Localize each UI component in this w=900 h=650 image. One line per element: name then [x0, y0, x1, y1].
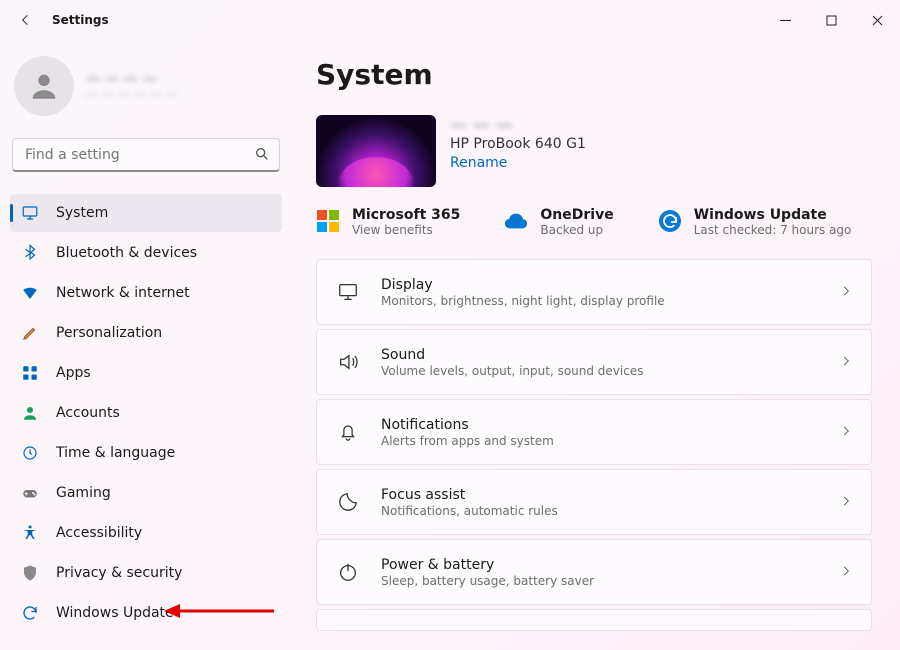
sidebar-item-apps[interactable]: Apps [10, 354, 282, 392]
device-name: — — — [450, 115, 586, 135]
status-onedrive[interactable]: OneDrive Backed up [504, 207, 613, 237]
sidebar-item-label: Accessibility [56, 525, 142, 541]
card-partial[interactable] [316, 609, 872, 631]
network-icon [20, 283, 40, 303]
personalize-icon [20, 323, 40, 343]
settings-card-list: Display Monitors, brightness, night ligh… [316, 259, 872, 631]
status-title: Microsoft 365 [352, 207, 460, 223]
system-icon [20, 203, 40, 223]
card-subtitle: Volume levels, output, input, sound devi… [381, 364, 643, 378]
status-subtitle: View benefits [352, 223, 460, 237]
sidebar-item-bluetooth[interactable]: Bluetooth & devices [10, 234, 282, 272]
card-subtitle: Sleep, battery usage, battery saver [381, 574, 594, 588]
bluetooth-icon [20, 243, 40, 263]
card-focus[interactable]: Focus assist Notifications, automatic ru… [316, 469, 872, 535]
card-title: Focus assist [381, 487, 558, 503]
apps-icon [20, 363, 40, 383]
card-display[interactable]: Display Monitors, brightness, night ligh… [316, 259, 872, 325]
status-update[interactable]: Windows Update Last checked: 7 hours ago [658, 207, 852, 237]
status-m365[interactable]: Microsoft 365 View benefits [316, 207, 460, 237]
card-power[interactable]: Power & battery Sleep, battery usage, ba… [316, 539, 872, 605]
status-subtitle: Last checked: 7 hours ago [694, 223, 852, 237]
main-content: System — — — HP ProBook 640 G1 Rename Mi… [292, 40, 900, 650]
device-wallpaper-thumb [316, 115, 436, 187]
privacy-icon [20, 563, 40, 583]
chevron-right-icon [839, 353, 853, 372]
accounts-icon [20, 403, 40, 423]
card-notif[interactable]: Notifications Alerts from apps and syste… [316, 399, 872, 465]
status-row: Microsoft 365 View benefits OneDrive Bac… [316, 207, 872, 237]
close-button[interactable] [854, 0, 900, 40]
search-input[interactable] [12, 138, 280, 172]
sidebar-nav: System Bluetooth & devices Network & int… [10, 194, 282, 632]
device-summary: — — — HP ProBook 640 G1 Rename [316, 115, 872, 187]
display-icon [335, 281, 361, 303]
sidebar-item-update[interactable]: Windows Update [10, 594, 282, 632]
gaming-icon [20, 483, 40, 503]
search-box [12, 138, 280, 172]
device-model: HP ProBook 640 G1 [450, 136, 586, 152]
sidebar-item-label: Time & language [56, 445, 175, 461]
profile-email: — — — — — — [86, 87, 177, 101]
sidebar-item-label: Network & internet [56, 285, 190, 301]
card-subtitle: Monitors, brightness, night light, displ… [381, 294, 665, 308]
card-subtitle: Notifications, automatic rules [381, 504, 558, 518]
accessibility-icon [20, 523, 40, 543]
sound-icon [335, 351, 361, 373]
update-icon [20, 603, 40, 623]
sidebar-item-personalize[interactable]: Personalization [10, 314, 282, 352]
sidebar-item-system[interactable]: System [10, 194, 282, 232]
card-title: Power & battery [381, 557, 594, 573]
page-title: System [316, 58, 872, 91]
status-title: Windows Update [694, 207, 852, 223]
sidebar-item-time[interactable]: Time & language [10, 434, 282, 472]
rename-link[interactable]: Rename [450, 155, 586, 171]
status-subtitle: Backed up [540, 223, 613, 237]
time-icon [20, 443, 40, 463]
status-title: OneDrive [540, 207, 613, 223]
sidebar-item-label: Windows Update [56, 605, 174, 621]
sidebar-item-label: Gaming [56, 485, 111, 501]
card-sound[interactable]: Sound Volume levels, output, input, soun… [316, 329, 872, 395]
m365-icon [316, 209, 340, 233]
chevron-right-icon [839, 563, 853, 582]
onedrive-icon [504, 209, 528, 233]
sidebar-item-gaming[interactable]: Gaming [10, 474, 282, 512]
window-title: Settings [52, 13, 109, 27]
sidebar-item-accounts[interactable]: Accounts [10, 394, 282, 432]
card-title: Display [381, 277, 665, 293]
sidebar-item-label: Personalization [56, 325, 162, 341]
titlebar: Settings [0, 0, 900, 40]
card-subtitle: Alerts from apps and system [381, 434, 554, 448]
chevron-right-icon [839, 493, 853, 512]
power-icon [335, 561, 361, 583]
card-title: Notifications [381, 417, 554, 433]
sidebar-item-label: Bluetooth & devices [56, 245, 197, 261]
sidebar-item-label: System [56, 205, 108, 221]
maximize-button[interactable] [808, 0, 854, 40]
profile-name: — — — — [86, 71, 177, 87]
avatar [14, 56, 74, 116]
chevron-right-icon [839, 283, 853, 302]
notif-icon [335, 421, 361, 443]
sidebar-item-label: Accounts [56, 405, 120, 421]
sidebar-item-network[interactable]: Network & internet [10, 274, 282, 312]
sidebar-item-label: Apps [56, 365, 91, 381]
sidebar-item-privacy[interactable]: Privacy & security [10, 554, 282, 592]
minimize-button[interactable] [762, 0, 808, 40]
chevron-right-icon [839, 423, 853, 442]
back-button[interactable] [14, 8, 38, 32]
sidebar: — — — — — — — — — — System Bluetooth & d… [0, 40, 292, 650]
card-title: Sound [381, 347, 643, 363]
sidebar-item-accessibility[interactable]: Accessibility [10, 514, 282, 552]
update-icon [658, 209, 682, 233]
focus-icon [335, 491, 361, 513]
sidebar-item-label: Privacy & security [56, 565, 182, 581]
profile-block[interactable]: — — — — — — — — — — [10, 50, 282, 138]
search-icon [254, 146, 270, 166]
